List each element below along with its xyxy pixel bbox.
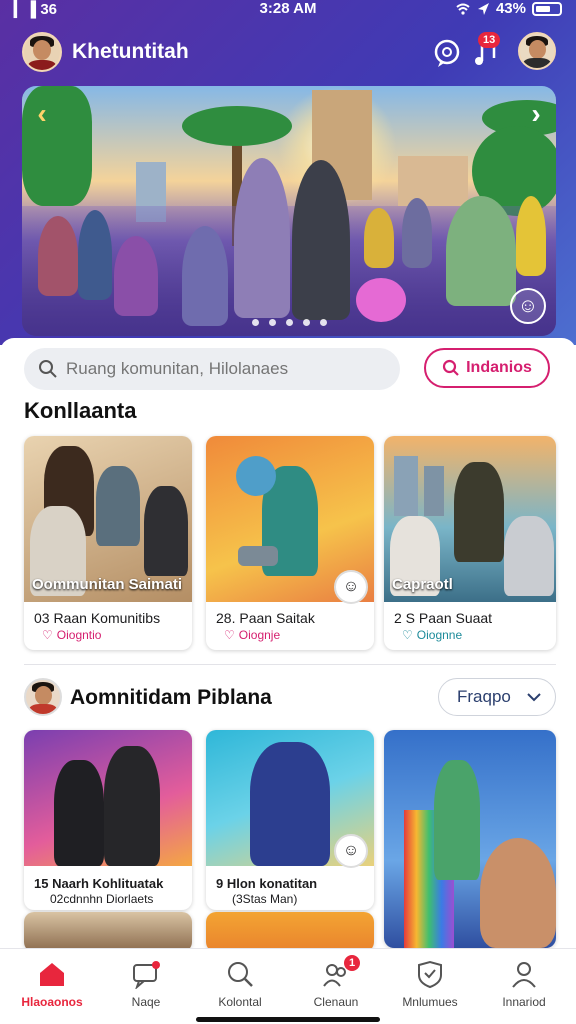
building [398, 156, 468, 206]
carousel-dot[interactable] [285, 319, 293, 326]
person [446, 196, 516, 306]
search-icon [443, 359, 459, 376]
tab-bar: Hlaoaonos Naqe Kolontal 1 Clenaun Mnlumu… [0, 948, 576, 1024]
card-title: 03 Raan Komunitibs [34, 610, 161, 626]
person [114, 236, 158, 316]
card-caption: Oommunitan Saimati [32, 576, 183, 593]
community-card[interactable]: Oommunitan Saimati 03 Raan Komunitibs ♡ O… [24, 436, 192, 650]
home-icon [40, 963, 64, 986]
battery-percent: 43% [495, 0, 526, 17]
avatar-badge: ☺ [334, 570, 368, 604]
chevron-right-icon[interactable]: › [520, 98, 552, 130]
profile-icon [512, 962, 536, 988]
palm-leaves [182, 106, 292, 146]
card-subtitle: 02cdnnhn Diorlaets [50, 892, 154, 906]
tab-label: Naqe [131, 995, 161, 1009]
mascot-character [356, 278, 406, 322]
section-title: Konllaanta [24, 398, 137, 423]
chat-icon [133, 961, 160, 989]
tab-moments[interactable]: Mnlumues [382, 955, 478, 1015]
carousel-dots[interactable] [22, 319, 556, 326]
public-card[interactable]: ☺ 9 Hlon konatitan (3Stas Man) [206, 730, 374, 910]
notification-badge: 13 [478, 32, 501, 48]
search-bar[interactable] [24, 348, 400, 390]
sort-dropdown[interactable]: Fraqpo [438, 678, 556, 716]
tab-label: Hlaoaonos [21, 995, 83, 1009]
tab-badge: 1 [344, 955, 361, 971]
home-indicator [196, 1017, 380, 1022]
card-status-label: Oiognne [416, 628, 463, 642]
search-icon [228, 962, 253, 987]
section-title: Aomnitidam Piblana [70, 686, 272, 709]
card-status-label: Oiogntio [56, 628, 102, 642]
filter-label: Indanios [466, 359, 532, 376]
tab-label: Kolontal [218, 995, 262, 1009]
battery-icon [532, 1, 562, 16]
carousel-dot[interactable] [319, 319, 327, 326]
avatar-badge: ☺ [334, 834, 368, 868]
card-title: 28. Paan Saitak [216, 610, 315, 626]
public-card-partial[interactable] [206, 912, 374, 952]
section-avatar[interactable] [24, 678, 62, 716]
card-status: ♡ Oiognne [402, 628, 462, 642]
tab-explore[interactable]: Kolontal [192, 955, 288, 1015]
person [234, 158, 290, 318]
app-title: Khetuntitah [72, 40, 189, 63]
tab-label: Innariod [502, 995, 546, 1009]
tab-profile[interactable]: Innariod [476, 955, 572, 1015]
user-avatar[interactable] [22, 32, 62, 72]
card-caption: Capraotl [392, 576, 453, 593]
card-title: 9 Hlon konatitan [216, 876, 318, 891]
hero-banner[interactable]: ‹ › ☺ [22, 86, 556, 336]
profile-avatar[interactable] [518, 32, 556, 70]
card-status-label: Oiognje [238, 628, 281, 642]
card-title: 2 S Paan Suaat [394, 610, 493, 626]
carousel-dot[interactable] [268, 319, 276, 326]
community-card[interactable]: Capraotl 2 S Paan Suaat ♡ Oiognne [384, 436, 556, 650]
person [78, 210, 112, 300]
heart-icon: ♡ [402, 628, 413, 642]
public-card[interactable] [384, 730, 556, 948]
search-icon [39, 360, 57, 378]
card-subtitle: (3Stas Man) [232, 892, 298, 906]
dropdown-label: Fraqpo [457, 687, 511, 706]
status-bar: ▎▐ 36 3:28 AM 43% [0, 0, 576, 20]
chat-bubble-icon[interactable] [432, 38, 462, 68]
tab-home[interactable]: Hlaoaonos [4, 955, 100, 1015]
person [516, 196, 546, 276]
card-image [206, 912, 374, 952]
card-image [384, 730, 556, 948]
wifi-icon [456, 3, 470, 15]
location-icon [477, 2, 489, 15]
carousel-dot[interactable] [251, 319, 259, 326]
filter-button[interactable]: Indanios [424, 348, 550, 388]
heart-icon: ♡ [224, 628, 235, 642]
person [292, 160, 350, 320]
tab-messages[interactable]: Naqe [98, 955, 194, 1015]
person [182, 226, 228, 326]
app-bar: Khetuntitah 13 [0, 30, 576, 74]
public-card[interactable]: 15 Naarh Kohlituatak 02cdnnhn Diorlaets [24, 730, 192, 910]
person [38, 216, 78, 296]
card-status: ♡ Oiogntio [42, 628, 101, 642]
card-status: ♡ Oiognje [224, 628, 280, 642]
chevron-left-icon[interactable]: ‹ [26, 98, 58, 130]
tab-label: Clenaun [313, 995, 359, 1009]
shield-icon [418, 960, 442, 989]
chevron-down-icon [527, 693, 541, 702]
public-card-partial[interactable] [24, 912, 192, 952]
tab-label: Mnlumues [402, 995, 458, 1009]
status-right: 43% [456, 0, 562, 17]
card-title: 15 Naarh Kohlituatak [34, 876, 164, 891]
search-input[interactable] [66, 359, 386, 379]
section-divider [24, 664, 556, 665]
tab-community[interactable]: 1 Clenaun [288, 955, 384, 1015]
community-card[interactable]: ☺ 28. Paan Saitak ♡ Oiognje [206, 436, 374, 650]
person [402, 198, 432, 268]
card-image [24, 912, 192, 952]
card-image [24, 730, 192, 866]
carousel-dot[interactable] [302, 319, 310, 326]
heart-icon: ♡ [42, 628, 53, 642]
person [364, 208, 394, 268]
